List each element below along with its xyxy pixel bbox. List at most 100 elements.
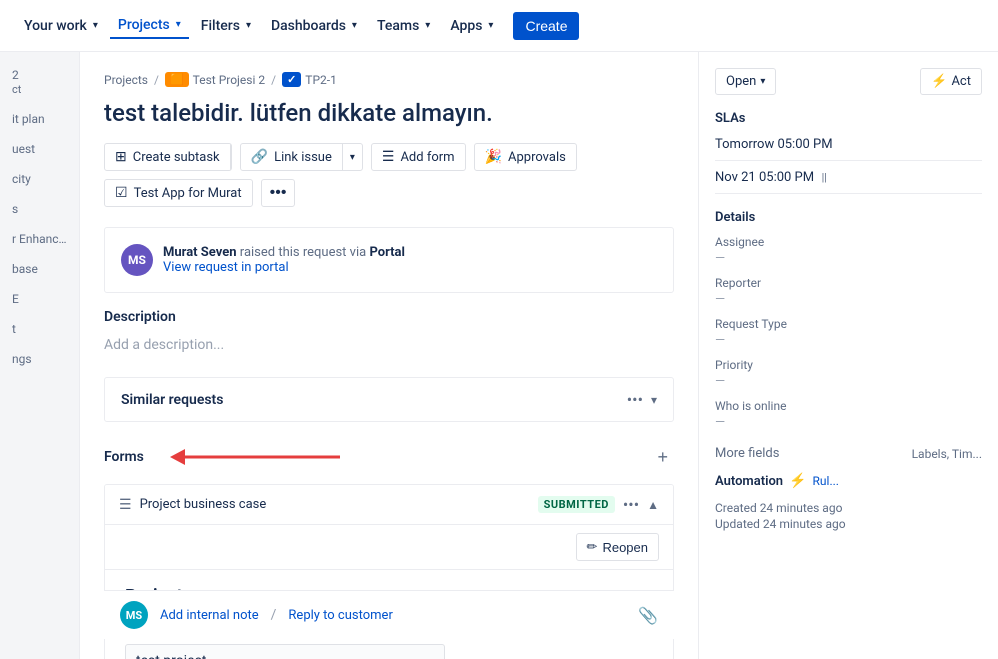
nav-apps[interactable]: Apps ▾ <box>442 14 501 38</box>
nav-teams[interactable]: Teams ▾ <box>369 14 438 38</box>
automation-icon: ⚡ <box>789 473 806 489</box>
timestamps: Created 24 minutes ago Updated 24 minute… <box>715 501 982 531</box>
sidebar-item-base[interactable]: base <box>0 254 79 284</box>
link-issue-button[interactable]: 🔗 Link issue <box>241 144 343 170</box>
nav-projects[interactable]: Projects ▾ <box>110 13 189 39</box>
more-fields-tags: Labels, Tim... <box>912 447 982 461</box>
chevron-icon: ▾ <box>352 20 357 31</box>
request-type-value[interactable]: — <box>715 333 982 348</box>
sla-item-2: Nov 21 05:00 PM || <box>715 169 982 194</box>
similar-requests-header[interactable]: Similar requests ••• ▾ <box>105 378 673 421</box>
reporter-field: Reporter — <box>715 276 982 307</box>
form-name-label: Project business case <box>140 497 267 512</box>
assignee-field: Assignee — <box>715 235 982 266</box>
description-placeholder[interactable]: Add a description... <box>104 333 674 357</box>
nav-dashboards[interactable]: Dashboards ▾ <box>263 14 365 38</box>
add-form-button[interactable]: ☰ Add form <box>371 143 466 171</box>
form-chevron-icon[interactable]: ▲ <box>647 498 659 512</box>
who-is-online-field: Who is online — <box>715 399 982 430</box>
forms-title-row: Forms <box>104 442 360 472</box>
sidebar-item-2[interactable]: 2ct <box>0 60 79 104</box>
form-icon: ☰ <box>382 149 395 165</box>
sla-pause-icon: || <box>822 171 827 184</box>
link-icon: 🔗 <box>251 149 268 165</box>
create-subtask-split: ⊞ Create subtask <box>104 143 232 171</box>
request-type-label: Request Type <box>715 317 982 331</box>
open-button[interactable]: Open ▾ <box>715 68 776 95</box>
issue-badge: ✓ <box>282 72 301 87</box>
bottom-bar: MS Add internal note / Reply to customer… <box>104 590 674 639</box>
raised-by-section: MS Murat Seven raised this request via P… <box>104 227 674 293</box>
chevron-icon: ▾ <box>246 20 251 31</box>
form-card-title-row: ☰ Project business case <box>119 497 266 513</box>
add-internal-note-link[interactable]: Add internal note <box>160 608 259 623</box>
similar-requests-more-icon[interactable]: ••• <box>627 390 643 409</box>
assignee-label: Assignee <box>715 235 982 249</box>
form-card-actions: SUBMITTED ••• ▲ <box>538 495 659 514</box>
top-nav: Your work ▾ Projects ▾ Filters ▾ Dashboa… <box>0 0 998 52</box>
page-title: test talebidir. lütfen dikkate almayın. <box>104 99 674 127</box>
create-subtask-button[interactable]: ⊞ Create subtask <box>105 144 231 170</box>
sidebar-item-enhanced[interactable]: r Enhanced... <box>0 224 79 254</box>
similar-requests-actions: ••• ▾ <box>627 390 657 409</box>
reply-to-customer-link[interactable]: Reply to customer <box>288 608 392 623</box>
created-at: Created 24 minutes ago <box>715 501 982 515</box>
breadcrumb: Projects / 🟧 Test Projesi 2 / ✓ TP2-1 <box>104 72 674 87</box>
reopen-button[interactable]: ✏ Reopen <box>576 533 659 561</box>
view-request-link[interactable]: View request in portal <box>163 260 289 275</box>
test-app-button[interactable]: ☑ Test App for Murat <box>104 179 253 207</box>
content-area: Projects / 🟧 Test Projesi 2 / ✓ TP2-1 te… <box>80 52 698 659</box>
priority-value[interactable]: — <box>715 374 982 389</box>
breadcrumb-issue-link[interactable]: TP2-1 <box>305 73 337 87</box>
raised-text: Murat Seven raised this request via Port… <box>163 245 405 275</box>
more-fields-row: More fields Labels, Tim... <box>715 446 982 461</box>
description-title: Description <box>104 309 674 325</box>
open-chevron-icon: ▾ <box>760 76 765 87</box>
reporter-value[interactable]: — <box>715 292 982 307</box>
right-sidebar-header: Open ▾ ⚡ Act <box>715 68 982 95</box>
forms-add-button[interactable]: + <box>651 446 674 468</box>
nav-filters[interactable]: Filters ▾ <box>193 14 259 38</box>
assignee-value[interactable]: — <box>715 251 982 266</box>
sidebar-item-uest[interactable]: uest <box>0 134 79 164</box>
sidebar-item-plan[interactable]: it plan <box>0 104 79 134</box>
who-is-online-label: Who is online <box>715 399 982 413</box>
chevron-icon: ▾ <box>425 20 430 31</box>
bottom-avatar: MS <box>120 601 148 629</box>
breadcrumb-issue-item: ✓ TP2-1 <box>282 72 337 87</box>
details-section: Details Assignee — Reporter — Request Ty… <box>715 210 982 430</box>
sidebar-item-ngs[interactable]: ngs <box>0 344 79 374</box>
more-fields-label[interactable]: More fields <box>715 446 779 461</box>
create-button[interactable]: Create <box>513 12 579 40</box>
left-sidebar: 2ct it plan uest city s r Enhanced... ba… <box>0 52 80 659</box>
similar-requests-card: Similar requests ••• ▾ <box>104 377 674 422</box>
lightning-icon: ⚡ <box>931 74 947 89</box>
nav-your-work[interactable]: Your work ▾ <box>16 14 106 38</box>
chevron-icon: ▾ <box>488 20 493 31</box>
link-issue-chevron[interactable]: ▾ <box>343 147 362 168</box>
breadcrumb-projects-link[interactable]: Projects <box>104 73 148 87</box>
sidebar-item-s[interactable]: s <box>0 194 79 224</box>
updated-at: Updated 24 minutes ago <box>715 517 982 531</box>
breadcrumb-project-item: 🟧 Test Projesi 2 <box>165 72 265 87</box>
breadcrumb-sep-1: / <box>154 73 159 87</box>
request-type-field: Request Type — <box>715 317 982 348</box>
similar-requests-chevron-icon[interactable]: ▾ <box>651 393 657 407</box>
sidebar-item-t[interactable]: t <box>0 314 79 344</box>
breadcrumb-sep-2: / <box>271 73 276 87</box>
submitted-badge: SUBMITTED <box>538 496 615 513</box>
checkbox-icon: ☑ <box>115 185 128 201</box>
more-actions-button[interactable]: ••• <box>261 179 296 207</box>
slas-section: SLAs Tomorrow 05:00 PM Nov 21 05:00 PM |… <box>715 111 982 194</box>
automation-rule-link[interactable]: Rul... <box>813 474 839 488</box>
sidebar-item-city[interactable]: city <box>0 164 79 194</box>
attachment-icon[interactable]: 📎 <box>638 606 658 625</box>
reporter-label: Reporter <box>715 276 982 290</box>
project-name-value: test project <box>125 644 445 659</box>
breadcrumb-project-link[interactable]: Test Projesi 2 <box>193 73 265 87</box>
approvals-button[interactable]: 🎉 Approvals <box>474 143 577 171</box>
sidebar-item-e[interactable]: E <box>0 284 79 314</box>
act-button[interactable]: ⚡ Act <box>920 68 982 95</box>
form-more-icon[interactable]: ••• <box>623 495 639 514</box>
form-card-header: ☰ Project business case SUBMITTED ••• ▲ <box>105 485 673 525</box>
